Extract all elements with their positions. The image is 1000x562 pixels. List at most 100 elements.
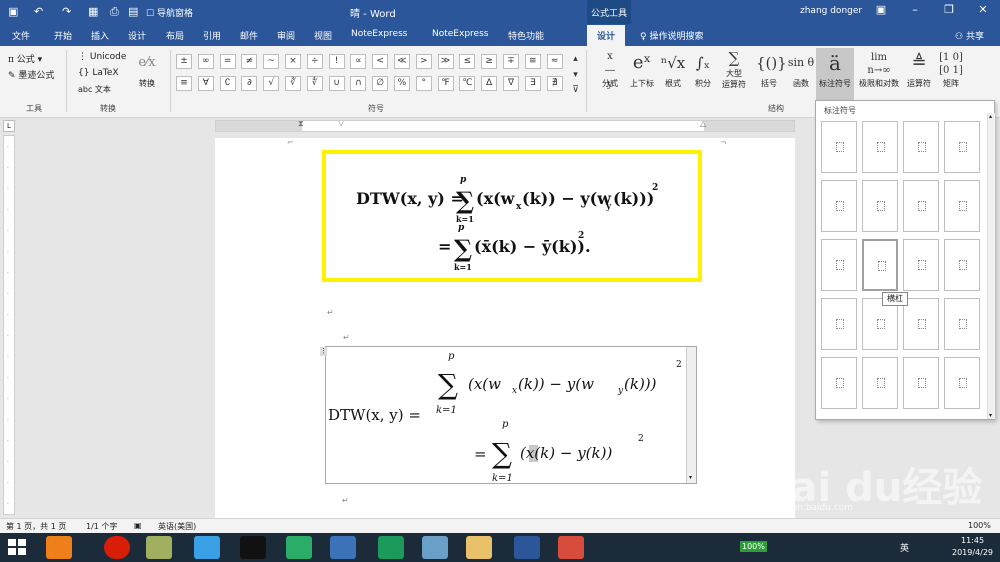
proofing-icon[interactable]: ▣	[134, 521, 142, 530]
accent-option[interactable]	[821, 121, 857, 173]
symbol-button[interactable]: ∛	[285, 76, 301, 91]
accent-option[interactable]	[821, 239, 857, 291]
scroll-down-icon[interactable]: ▾	[689, 474, 692, 481]
scroll-up-icon[interactable]: ▴	[989, 113, 992, 120]
tab-file[interactable]: 文件	[12, 29, 30, 42]
symbol-button[interactable]: ×	[285, 54, 301, 69]
quick-access-icon[interactable]: ▦	[88, 5, 98, 18]
symbol-button[interactable]: <	[372, 54, 389, 69]
accent-option[interactable]	[903, 121, 939, 173]
symbol-button[interactable]: ±	[176, 54, 192, 69]
netease-music-icon[interactable]	[104, 536, 130, 559]
nav-pane-checkbox[interactable]: ☐ 导航窗格	[146, 6, 193, 19]
symbol-button[interactable]: ≅	[524, 54, 541, 69]
integral-button[interactable]: ∫ₓ 积分	[690, 48, 716, 89]
qq-icon[interactable]	[240, 536, 266, 559]
accent-option[interactable]	[821, 180, 857, 232]
app-icon-1[interactable]	[46, 536, 72, 559]
symbol-button[interactable]: √	[263, 76, 280, 91]
first-line-indent-icon[interactable]: ▽	[338, 121, 344, 127]
ime-indicator[interactable]: 英	[900, 541, 909, 554]
tab-design[interactable]: 设计	[128, 29, 146, 42]
browser-icon[interactable]	[146, 536, 172, 559]
symbol-button[interactable]: °	[415, 76, 432, 91]
symbol-button[interactable]: =	[219, 54, 236, 69]
accent-option[interactable]	[903, 357, 939, 409]
symbol-button[interactable]: ∇	[503, 76, 519, 91]
symbols-scroll-down-icon[interactable]: ▾	[571, 69, 580, 84]
accent-option[interactable]	[944, 357, 980, 409]
accent-option[interactable]	[903, 180, 939, 232]
accent-option[interactable]	[821, 298, 857, 350]
ink-equation-button[interactable]: ✎ 墨迹公式	[8, 68, 54, 81]
tab-view[interactable]: 视图	[314, 29, 332, 42]
accent-option[interactable]	[862, 239, 898, 291]
symbol-button[interactable]: ≤	[459, 54, 476, 69]
symbol-button[interactable]: ∁	[219, 76, 236, 91]
function-button[interactable]: sin θ 函数	[787, 48, 815, 89]
symbol-button[interactable]: ÷	[306, 54, 323, 69]
symbol-button[interactable]: ℃	[459, 76, 476, 91]
bracket-button[interactable]: {()} 括号	[756, 48, 787, 89]
symbol-button[interactable]: ≠	[241, 54, 258, 69]
windows-start-icon[interactable]	[8, 539, 26, 555]
save-icon[interactable]: ▣	[8, 5, 18, 18]
symbol-button[interactable]: ≡	[176, 76, 192, 91]
clock[interactable]: 11:45 2019/4/29	[952, 535, 993, 559]
accent-option[interactable]	[862, 121, 898, 173]
script-button[interactable]: eˣ 上下标	[627, 48, 657, 89]
noteexpress-icon[interactable]	[330, 536, 356, 559]
symbol-button[interactable]: ℉	[437, 76, 454, 91]
tab-mailings[interactable]: 邮件	[240, 29, 258, 42]
symbol-button[interactable]: ∪	[328, 76, 345, 91]
symbol-button[interactable]: ≈	[546, 54, 563, 69]
accent-option[interactable]	[944, 121, 980, 173]
accent-option[interactable]	[944, 239, 980, 291]
equation-highlighted[interactable]: DTW(x, y) = ∑ p k=1 (x(w x (k)) − y(w y …	[322, 150, 702, 282]
symbol-button[interactable]: ∂	[241, 76, 258, 91]
equation-scrollbar[interactable]: ▾	[686, 347, 696, 483]
accent-option[interactable]	[862, 357, 898, 409]
page-count[interactable]: 第 1 页，共 1 页	[6, 521, 66, 532]
close-icon[interactable]: ✕	[974, 3, 992, 19]
app-icon-3[interactable]	[558, 536, 584, 559]
symbol-button[interactable]: ≥	[481, 54, 498, 69]
symbol-button[interactable]: >	[415, 54, 432, 69]
unicode-option[interactable]: ⋮ Unicode	[78, 52, 126, 62]
ruler-tab-selector[interactable]: L	[3, 120, 15, 132]
symbol-button[interactable]: ∝	[350, 54, 367, 69]
battery-indicator[interactable]: 100%	[740, 541, 767, 552]
tab-equation-design[interactable]: 设计	[587, 25, 626, 46]
vertical-ruler[interactable]: · · · · · · · · · · · · · · · · · ·	[3, 135, 15, 515]
gallery-scrollbar[interactable]: ▴ ▾	[987, 113, 995, 419]
zoom-level[interactable]: 100%	[968, 521, 991, 530]
text-option[interactable]: abc 文本	[78, 84, 111, 95]
undo-icon[interactable]: ↶	[34, 5, 43, 18]
indent-marker-icon[interactable]: ⧗	[298, 121, 304, 129]
fraction-button[interactable]: x ― y 分式	[596, 48, 624, 90]
minimize-icon[interactable]: –	[906, 3, 924, 19]
symbol-button[interactable]: ∜	[306, 76, 323, 91]
redo-icon[interactable]: ↷	[62, 5, 71, 18]
symbol-button[interactable]: ~	[263, 54, 280, 69]
file-explorer-icon[interactable]	[466, 536, 492, 559]
tab-review[interactable]: 审阅	[277, 29, 295, 42]
share-button[interactable]: ⚇ 共享	[955, 29, 984, 42]
convert-button[interactable]: e⁄x 转换	[133, 48, 161, 89]
tab-home[interactable]: 开始	[54, 29, 72, 42]
language[interactable]: 英语(美国)	[158, 521, 196, 532]
tab-references[interactable]: 引用	[203, 29, 221, 42]
right-indent-icon[interactable]: △	[700, 121, 706, 128]
symbol-button[interactable]: ∄	[546, 76, 563, 91]
ribbon-options-icon[interactable]: ▣	[872, 3, 890, 19]
wechat-icon[interactable]	[286, 536, 312, 559]
large-operator-button[interactable]: ∑ 大型 运算符	[718, 48, 750, 90]
document-page[interactable]: ⌐ ¬ DTW(x, y) = ∑ p k=1 (x(w x (k)) − y(…	[215, 138, 795, 518]
word-count[interactable]: 1/1 个字	[86, 521, 117, 532]
restore-icon[interactable]: ❐	[940, 3, 958, 19]
accent-option[interactable]	[903, 239, 939, 291]
word-icon[interactable]	[514, 536, 540, 559]
evernote-icon[interactable]	[378, 536, 404, 559]
tell-me-search[interactable]: ♀ 操作说明搜索	[640, 29, 703, 42]
equation-button[interactable]: π 公式 ▾	[8, 52, 42, 65]
